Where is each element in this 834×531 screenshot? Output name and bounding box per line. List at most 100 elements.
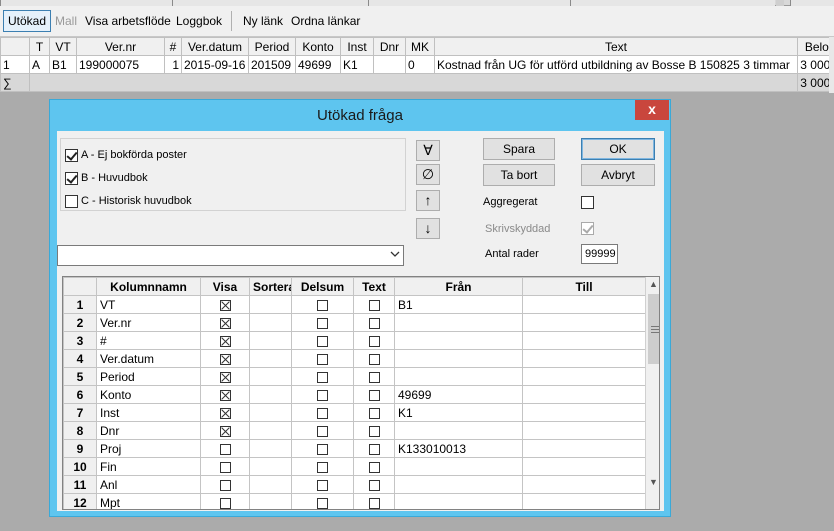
cell-till[interactable] bbox=[522, 367, 646, 386]
column-header-fran[interactable]: Från bbox=[394, 277, 523, 296]
cell-text[interactable] bbox=[353, 331, 395, 350]
text-checkbox[interactable] bbox=[368, 371, 380, 383]
text-checkbox[interactable] bbox=[368, 299, 380, 311]
cell-text[interactable] bbox=[353, 493, 395, 509]
column-header-konto[interactable]: Konto bbox=[295, 37, 341, 56]
loggbok-button[interactable]: Loggbok bbox=[171, 10, 227, 32]
cell-till[interactable] bbox=[522, 403, 646, 422]
delsum-checkbox[interactable] bbox=[317, 353, 328, 365]
cell-text[interactable] bbox=[353, 403, 395, 422]
table-row[interactable]: 10 Fin bbox=[63, 457, 646, 476]
cell-sortera[interactable] bbox=[249, 313, 292, 332]
cell-fran[interactable] bbox=[394, 421, 523, 440]
cell-delsum[interactable] bbox=[291, 457, 354, 476]
cell-till[interactable] bbox=[522, 421, 646, 440]
delsum-checkbox[interactable] bbox=[317, 425, 328, 437]
cell-till[interactable] bbox=[522, 439, 646, 458]
column-header-verdatum[interactable]: Ver.datum bbox=[181, 37, 249, 56]
checkbox-icon[interactable] bbox=[65, 171, 78, 185]
table-row[interactable]: 1 VT B1 bbox=[63, 295, 646, 314]
visa-checkbox[interactable] bbox=[219, 299, 231, 311]
cell-visa[interactable] bbox=[200, 493, 250, 509]
column-header-vt[interactable]: VT bbox=[49, 37, 77, 56]
cell-till[interactable] bbox=[522, 457, 646, 476]
text-checkbox[interactable] bbox=[368, 335, 380, 347]
cell-delsum[interactable] bbox=[291, 421, 354, 440]
scroll-up-icon[interactable]: ▲ bbox=[646, 277, 659, 292]
checkbox-icon[interactable] bbox=[65, 148, 78, 162]
cell-till[interactable] bbox=[522, 331, 646, 350]
cell-vernr[interactable]: 199000075 bbox=[76, 55, 165, 74]
for-all-button[interactable]: ∀ bbox=[416, 140, 440, 161]
column-header-inst[interactable]: Inst bbox=[340, 37, 374, 56]
table-row[interactable]: 6 Konto 49699 bbox=[63, 385, 646, 404]
empty-set-button[interactable]: ∅ bbox=[416, 164, 440, 185]
column-header-kolumnnamn[interactable]: Kolumnnamn bbox=[96, 277, 201, 296]
scroll-thumb[interactable] bbox=[648, 294, 659, 364]
cell-konto[interactable]: 49699 bbox=[295, 55, 341, 74]
cell-fran[interactable] bbox=[394, 367, 523, 386]
delsum-checkbox[interactable] bbox=[317, 317, 328, 329]
cell-sortera[interactable] bbox=[249, 439, 292, 458]
column-header-sortera[interactable]: Sortera bbox=[249, 277, 292, 296]
visa-checkbox[interactable] bbox=[219, 497, 231, 509]
visa-checkbox[interactable] bbox=[219, 461, 231, 473]
visa-checkbox[interactable] bbox=[219, 335, 231, 347]
cell-visa[interactable] bbox=[200, 439, 250, 458]
delsum-checkbox[interactable] bbox=[317, 497, 328, 509]
cell-visa[interactable] bbox=[200, 313, 250, 332]
delsum-checkbox[interactable] bbox=[317, 461, 328, 473]
cell-text[interactable] bbox=[353, 313, 395, 332]
column-header-vernr[interactable]: Ver.nr bbox=[76, 37, 165, 56]
cell-kolumnnamn[interactable]: Anl bbox=[96, 475, 201, 494]
cell-kolumnnamn[interactable]: # bbox=[96, 331, 201, 350]
cell-visa[interactable] bbox=[200, 475, 250, 494]
cell-text[interactable] bbox=[353, 295, 395, 314]
column-header-till[interactable]: Till bbox=[522, 277, 646, 296]
delsum-checkbox[interactable] bbox=[317, 407, 328, 419]
spara-button[interactable]: Spara bbox=[483, 138, 555, 160]
cell-verdatum[interactable]: 2015-09-16 bbox=[181, 55, 249, 74]
cell-visa[interactable] bbox=[200, 385, 250, 404]
cell-delsum[interactable] bbox=[291, 403, 354, 422]
table-row[interactable]: 11 Anl bbox=[63, 475, 646, 494]
cell-visa[interactable] bbox=[200, 367, 250, 386]
visa-checkbox[interactable] bbox=[219, 353, 231, 365]
cell-text[interactable] bbox=[353, 385, 395, 404]
cell-delsum[interactable] bbox=[291, 349, 354, 368]
cell-visa[interactable] bbox=[200, 295, 250, 314]
cell-fran[interactable]: 49699 bbox=[394, 385, 523, 404]
text-checkbox[interactable] bbox=[368, 479, 380, 491]
cell-text[interactable] bbox=[353, 367, 395, 386]
delsum-checkbox[interactable] bbox=[317, 299, 328, 311]
table-row[interactable]: 8 Dnr bbox=[63, 421, 646, 440]
visa-checkbox[interactable] bbox=[219, 389, 231, 401]
cell-text[interactable] bbox=[353, 439, 395, 458]
text-checkbox[interactable] bbox=[368, 443, 380, 455]
avbryt-button[interactable]: Avbryt bbox=[581, 164, 655, 186]
cell-vt[interactable]: B1 bbox=[49, 55, 77, 74]
cell-till[interactable] bbox=[522, 313, 646, 332]
ok-button[interactable]: OK bbox=[581, 138, 655, 160]
cell-kolumnnamn[interactable]: Period bbox=[96, 367, 201, 386]
cell-sortera[interactable] bbox=[249, 475, 292, 494]
column-header-text[interactable]: Text bbox=[434, 37, 798, 56]
cell-fran[interactable] bbox=[394, 331, 523, 350]
table-row[interactable]: 7 Inst K1 bbox=[63, 403, 646, 422]
ordna-lankar-button[interactable]: Ordna länkar bbox=[286, 10, 365, 32]
column-header-dnr[interactable]: Dnr bbox=[373, 37, 406, 56]
cell-period[interactable]: 201509 bbox=[248, 55, 296, 74]
column-header-text[interactable]: Text bbox=[353, 277, 395, 296]
utokad-button[interactable]: Utökad bbox=[3, 10, 52, 32]
cell-kolumnnamn[interactable]: Ver.datum bbox=[96, 349, 201, 368]
ny-lank-button[interactable]: Ny länk bbox=[238, 10, 288, 32]
cell-till[interactable] bbox=[522, 349, 646, 368]
text-checkbox[interactable] bbox=[368, 461, 380, 473]
cell-delsum[interactable] bbox=[291, 439, 354, 458]
visa-checkbox[interactable] bbox=[219, 443, 231, 455]
query-template-select[interactable] bbox=[57, 245, 404, 266]
delsum-checkbox[interactable] bbox=[317, 389, 328, 401]
scroll-down-icon[interactable]: ▼ bbox=[646, 475, 659, 490]
cell-kolumnnamn[interactable]: VT bbox=[96, 295, 201, 314]
cell-delsum[interactable] bbox=[291, 385, 354, 404]
